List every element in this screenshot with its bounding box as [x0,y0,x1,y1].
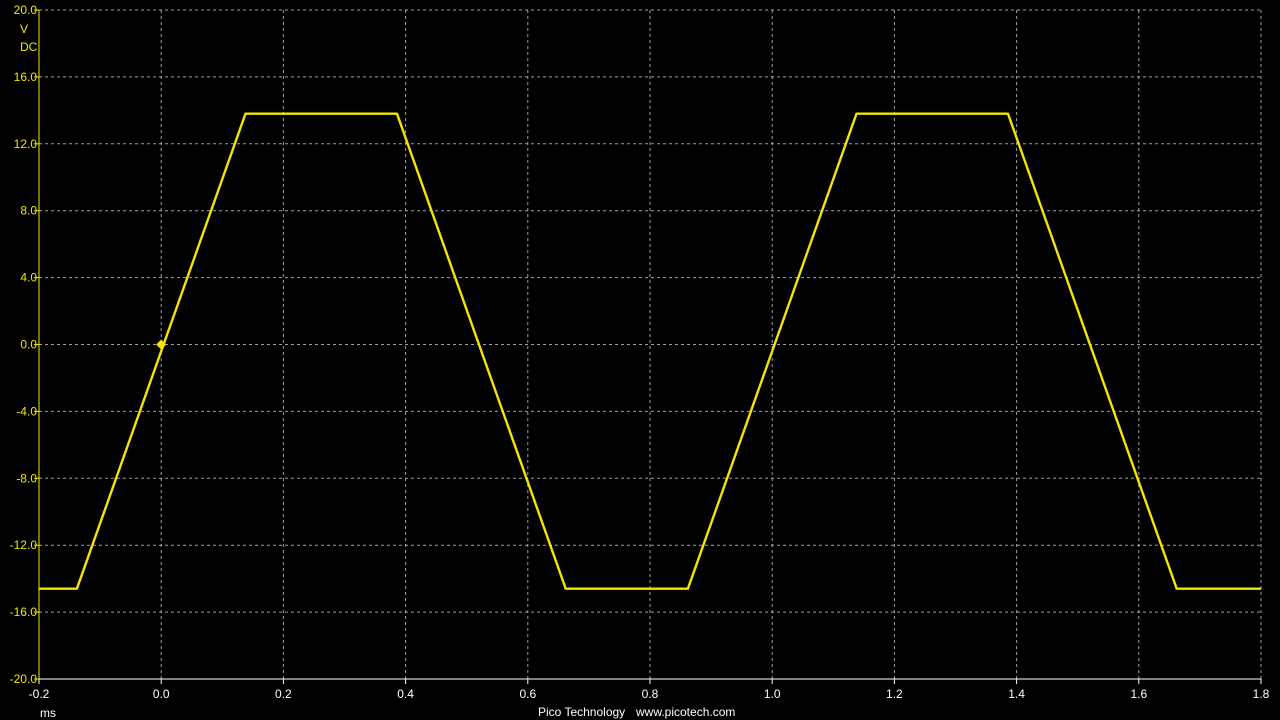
x-tick-label: 1.6 [1130,687,1147,701]
x-tick-label: 0.8 [642,687,659,701]
x-tick-label: 0.6 [519,687,536,701]
y-tick-label: -20.0 [10,672,38,686]
y-tick-label: 4.0 [20,271,37,285]
footer-url: www.picotech.com [635,705,735,719]
x-tick-label: 1.4 [1008,687,1025,701]
x-tick-label: 0.4 [397,687,414,701]
coupling-label: DC [20,40,38,54]
oscilloscope-chart: 20.0 16.0 12.0 8.0 4.0 0.0 -4.0 -8.0 -12.0 -16.0 -… [0,0,1280,720]
x-tick-label: 0.0 [153,687,170,701]
y-tick-label: 0.0 [20,338,37,352]
y-tick-label: 20.0 [14,3,38,17]
x-tick-label: -0.2 [29,687,50,701]
x-tick-label: 1.2 [886,687,903,701]
x-tick-label: 0.2 [275,687,292,701]
x-unit-label: ms [40,706,56,720]
footer-brand: Pico Technology [538,705,625,719]
x-tick-label: 1.8 [1253,687,1270,701]
y-tick-label: -16.0 [10,605,38,619]
y-tick-label: 8.0 [20,204,37,218]
y-tick-label: -8.0 [16,471,37,485]
y-tick-label: 16.0 [14,70,38,84]
x-tick-label: 1.0 [764,687,781,701]
y-tick-label: -12.0 [10,538,38,552]
y-tick-label: -4.0 [16,404,37,418]
y-unit-label: V [20,22,28,36]
y-tick-label: 12.0 [14,137,38,151]
